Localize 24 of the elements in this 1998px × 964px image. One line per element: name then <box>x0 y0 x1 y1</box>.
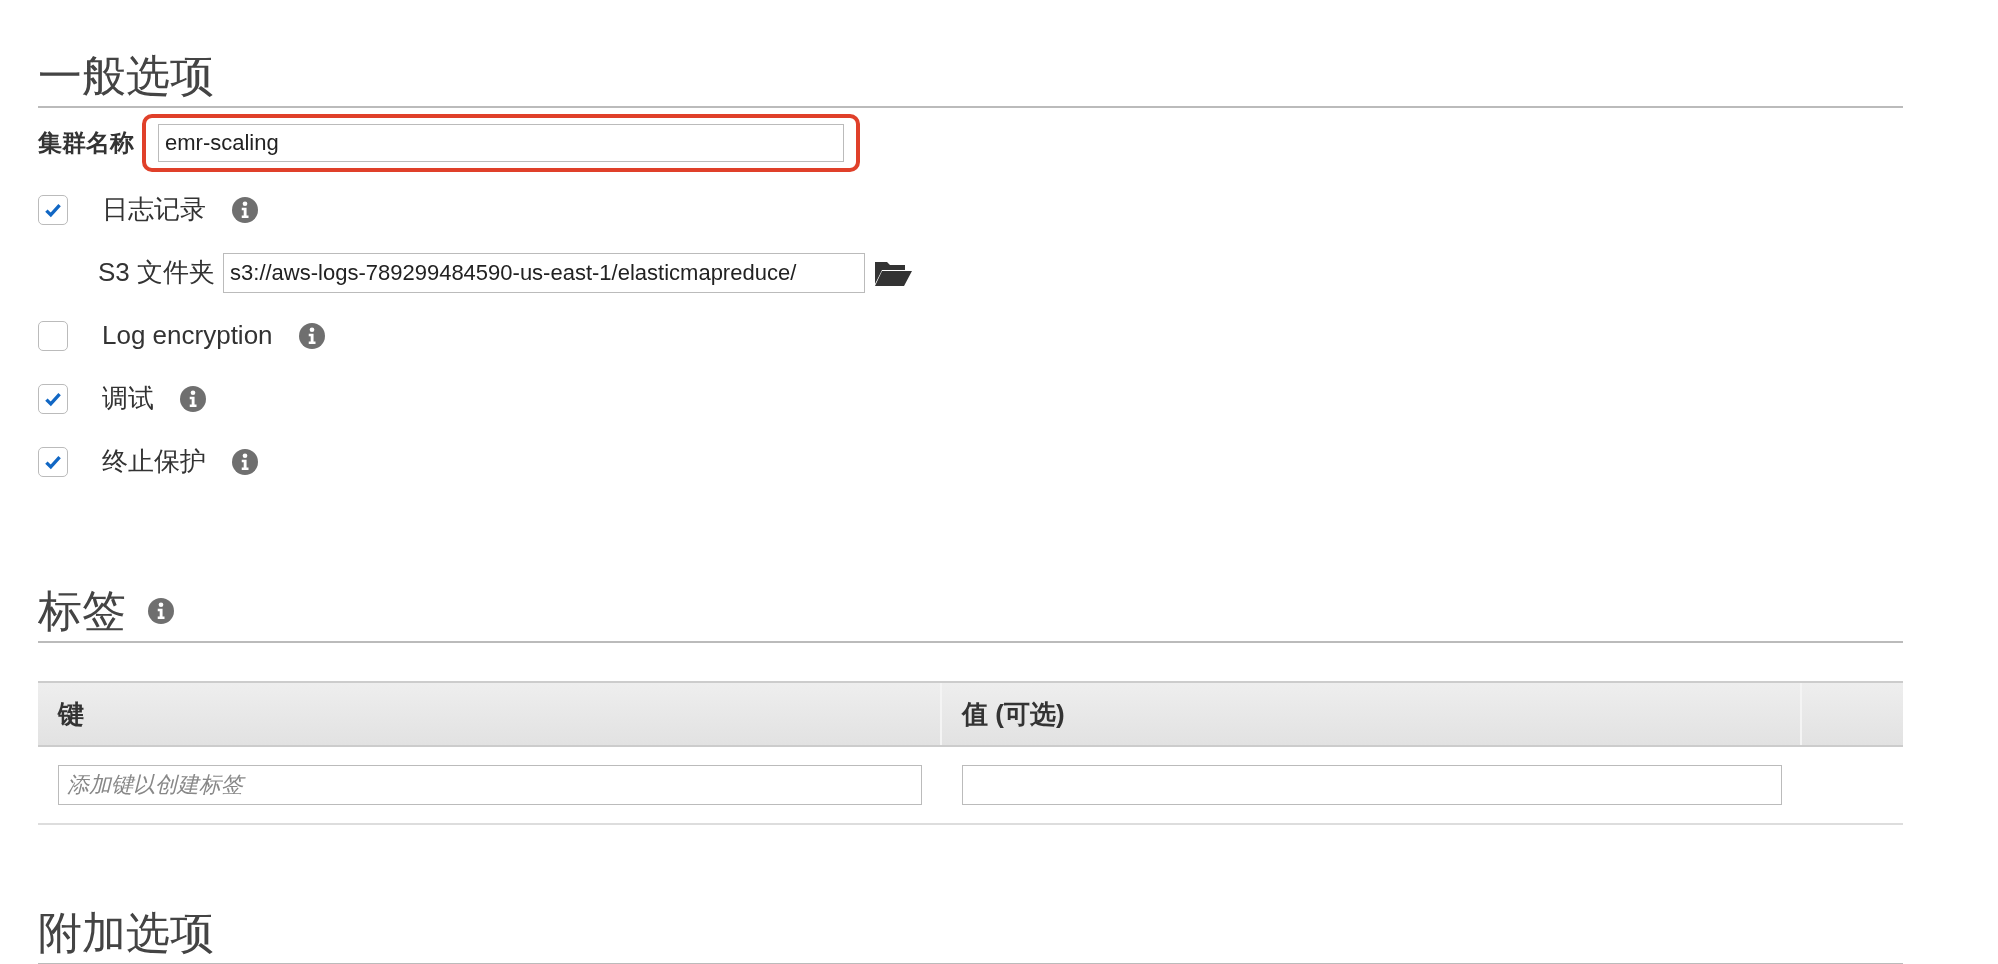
field-label: 集群名称 <box>38 128 134 158</box>
section-heading: 一般选项 <box>38 50 215 102</box>
checkbox[interactable] <box>38 383 68 414</box>
field-label: S3 文件夹 <box>98 256 216 289</box>
column-header: 值 (可选) <box>942 683 1802 745</box>
checkbox[interactable] <box>38 194 68 225</box>
info-icon[interactable] <box>232 196 258 223</box>
info-icon[interactable] <box>148 598 174 624</box>
checkbox[interactable] <box>38 446 68 477</box>
info-icon[interactable] <box>232 448 258 475</box>
info-icon[interactable] <box>298 322 325 349</box>
checkbox[interactable] <box>38 320 68 351</box>
tag-key-input[interactable]: 添加键以创建标签 <box>58 765 922 805</box>
checkbox-label: Log encryption <box>102 320 273 351</box>
section-heading: 标签 <box>38 585 126 637</box>
s3-folder-input[interactable]: s3://aws-logs-789299484590-us-east-1/elasticmapreduce/ <box>223 252 866 293</box>
cluster-name-input[interactable]: emr-scaling <box>158 124 844 162</box>
section-heading: 附加选项 <box>38 907 215 959</box>
tag-value-input[interactable] <box>962 765 1782 805</box>
info-icon[interactable] <box>180 385 206 412</box>
column-header: 键 <box>38 683 942 745</box>
checkbox-label: 调试 <box>102 382 154 415</box>
checkbox-label: 日志记录 <box>102 193 206 226</box>
checkbox-label: 终止保护 <box>102 445 206 478</box>
